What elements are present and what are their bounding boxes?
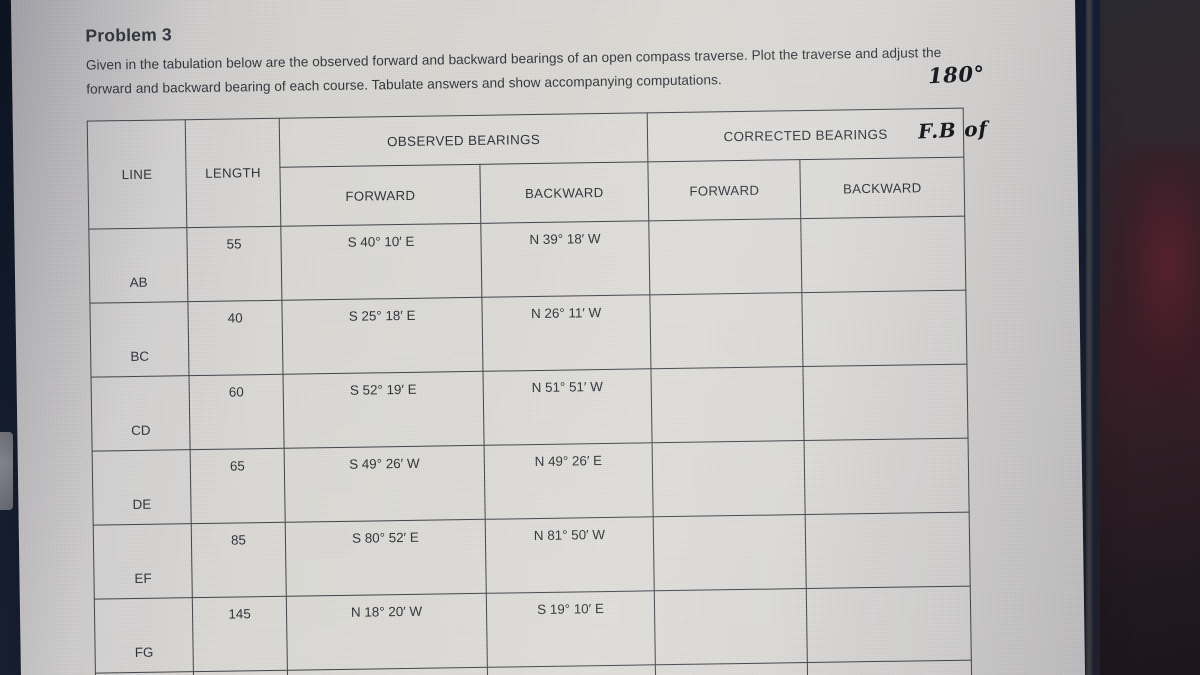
cell-corrected-forward	[653, 514, 807, 591]
cell-corrected-backward	[801, 290, 967, 367]
table-row: EF 85 S 80° 52′ EN 81° 50′ W	[93, 512, 971, 600]
cell-corrected-backward	[805, 512, 971, 589]
cell-length: 55	[186, 226, 282, 302]
maroon-highlight	[1112, 150, 1200, 400]
cell-corrected-forward	[649, 292, 803, 369]
edge-tab-handle[interactable]	[0, 432, 13, 510]
cell-line: CD	[91, 375, 191, 452]
cell-length: 85	[191, 522, 287, 598]
cell-corrected-forward	[648, 218, 802, 295]
cell-corrected-forward	[650, 366, 805, 443]
cell-observed-forward: S 80° 52′ E	[285, 519, 487, 597]
table-row: CD 60 S 52° 19′ EN 51° 51′ W	[91, 364, 969, 452]
table-row: BC 40 S 25° 18′ EN 26° 11′ W	[89, 290, 967, 378]
problem-statement: Given in the tabulation below are the ob…	[85, 44, 942, 97]
cell-observed-forward: S 49° 26′ W	[284, 445, 486, 523]
cell-observed-forward: S 25° 18′ E	[281, 297, 483, 375]
traverse-table: LINE LENGTH OBSERVED BEARINGS CORRECTED …	[86, 107, 973, 675]
table-row: AB 55 S 40° 10′ EN 39° 18′ W	[88, 216, 966, 304]
cell-line: GH	[95, 671, 195, 675]
cell-length: 145	[192, 596, 288, 672]
cell-line: EF	[93, 523, 193, 600]
cell-corrected-forward	[655, 662, 809, 675]
group-header-corrected-bearings: CORRECTED BEARINGS	[647, 108, 964, 162]
cell-observed-forward: N 18° 20′ W	[286, 593, 488, 671]
cell-line: BC	[89, 301, 190, 378]
column-header-length: LENGTH	[185, 118, 281, 228]
column-header-observed-forward: FORWARD	[279, 164, 481, 227]
table-head: LINE LENGTH OBSERVED BEARINGS CORRECTED …	[87, 108, 965, 230]
cell-line: DE	[92, 449, 192, 526]
cell-observed-backward: N 39° 18′ W	[480, 220, 650, 298]
cell-corrected-backward	[802, 364, 969, 441]
cell-observed-backward: N 81° 50′ W	[485, 516, 655, 594]
cell-length: 60	[189, 374, 285, 450]
cell-observed-forward: S 52° 19′ E	[283, 371, 485, 449]
handwritten-note-fb-of: F.B of	[917, 116, 989, 144]
table-row: FG 145 N 18° 20′ WS 19° 10′ E	[94, 586, 972, 674]
group-header-observed-bearings: OBSERVED BEARINGS	[279, 112, 648, 168]
column-header-corrected-forward: FORWARD	[647, 159, 801, 221]
cell-length: 65	[190, 448, 286, 524]
table-row: DE 65 S 49° 26′ WN 49° 26′ E	[92, 438, 970, 526]
cell-observed-forward: S 40° 10′ E	[280, 223, 482, 301]
cell-length: 40	[187, 300, 284, 376]
cell-corrected-backward	[804, 438, 970, 515]
document-content: Problem 3 Given in the tabulation below …	[85, 12, 996, 675]
column-header-observed-backward: BACKWARD	[479, 161, 649, 224]
column-header-line: LINE	[87, 119, 187, 230]
cell-observed-backward: N 49° 26′ E	[484, 442, 654, 520]
cell-line: FG	[94, 597, 194, 674]
cell-corrected-forward	[652, 440, 806, 517]
cell-observed-backward: S 70° 18′ W	[487, 664, 657, 675]
cell-observed-backward: N 26° 11′ W	[481, 294, 651, 372]
cell-observed-backward: S 19° 10′ E	[486, 590, 656, 668]
screenshot-stage: Problem 3 Given in the tabulation below …	[0, 0, 1200, 675]
handwritten-note-180-degrees: 180°	[927, 60, 986, 89]
column-header-corrected-backward: BACKWARD	[799, 157, 965, 219]
cell-length: 50	[193, 670, 289, 675]
table-body: AB 55 S 40° 10′ EN 39° 18′ W BC 40 S 25° 18′ …	[88, 216, 973, 675]
document-page: Problem 3 Given in the tabulation below …	[10, 0, 1086, 675]
cell-corrected-backward	[807, 660, 973, 675]
screen-bezel-edge	[1086, 0, 1093, 675]
cell-observed-backward: N 51° 51′ W	[482, 368, 653, 446]
cell-corrected-backward	[800, 216, 966, 293]
cell-line: AB	[88, 227, 188, 304]
cell-corrected-backward	[806, 586, 972, 663]
cell-corrected-forward	[654, 588, 808, 665]
